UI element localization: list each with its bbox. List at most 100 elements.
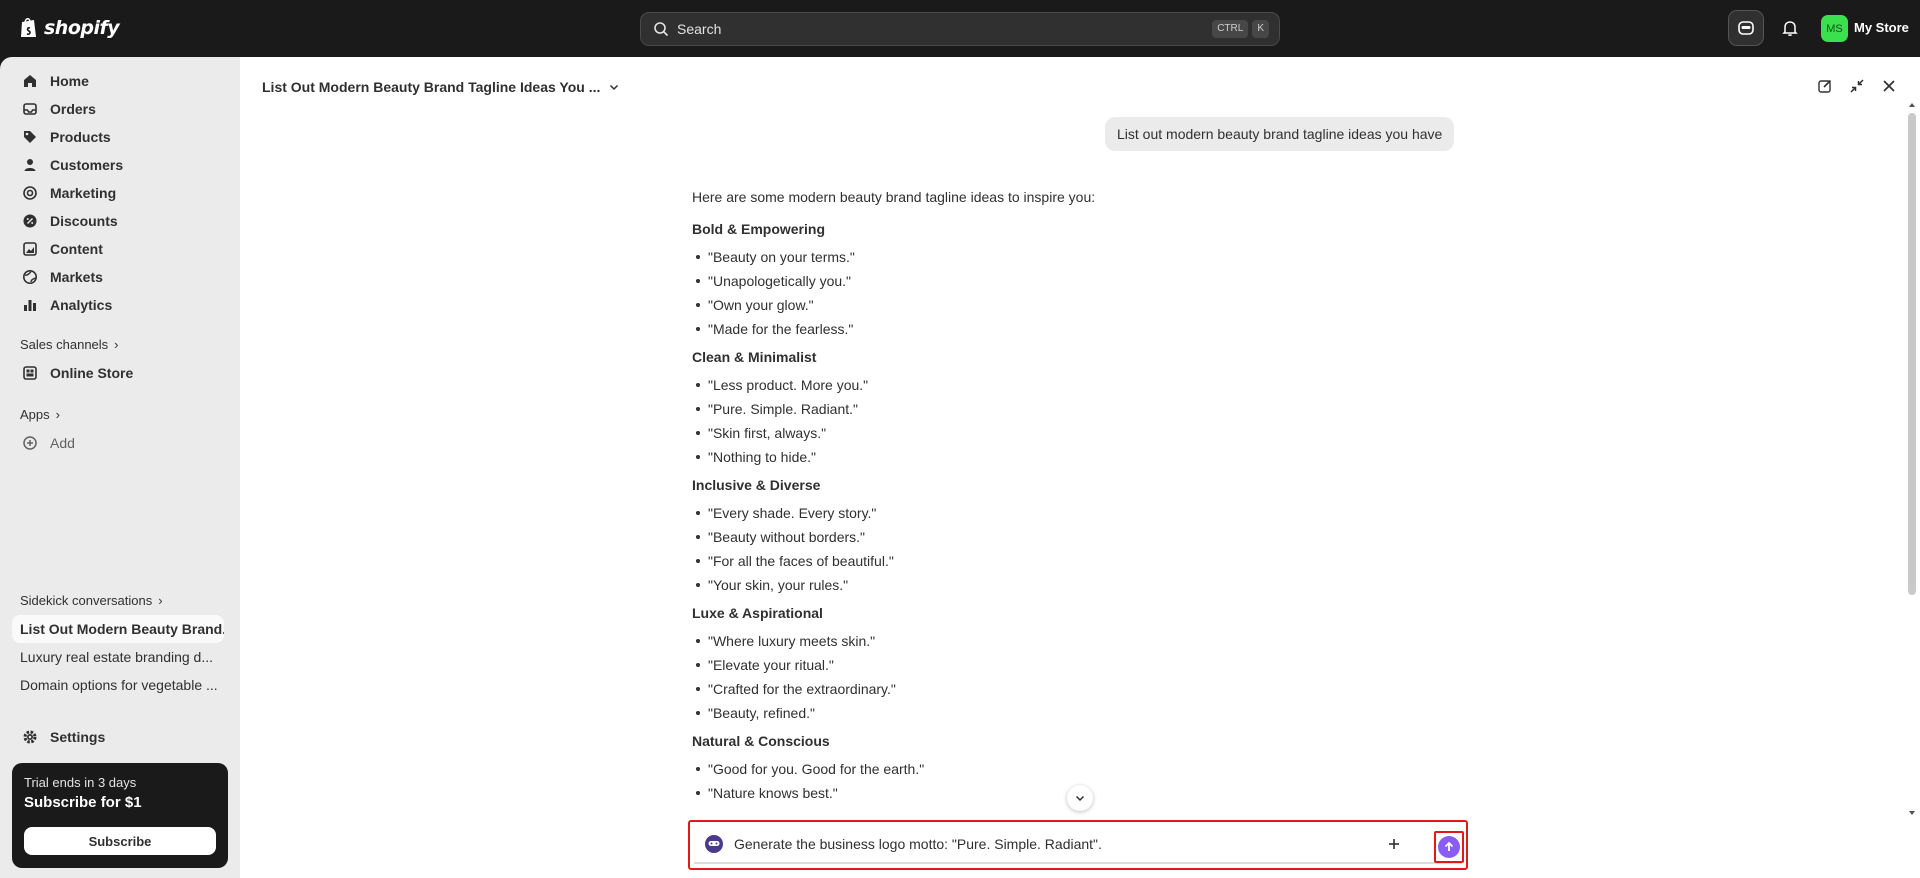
category-heading: Clean & Minimalist: [692, 349, 817, 365]
nav-label: Orders: [50, 101, 96, 117]
search-shortcut: CTRL K: [1212, 20, 1269, 38]
search-bar[interactable]: Search CTRL K: [640, 12, 1280, 46]
nav-label: Settings: [50, 729, 106, 745]
composer-input[interactable]: Generate the business logo motto: "Pure.…: [694, 826, 1464, 864]
chevron-right-icon: ›: [114, 337, 119, 352]
user-message: List out modern beauty brand tagline ide…: [1105, 117, 1455, 151]
sidekick-avatar-icon: [704, 834, 724, 854]
shortcut-k: K: [1252, 20, 1269, 38]
chevron-down-icon: [1075, 795, 1085, 802]
store-icon: [22, 365, 38, 381]
sidekick-conversations-header[interactable]: Sidekick conversations ›: [20, 593, 163, 608]
minimize-button[interactable]: [1848, 77, 1866, 95]
nav-products[interactable]: Products: [10, 123, 225, 151]
target-icon: [22, 185, 38, 201]
tagline-item: "Your skin, your rules.": [692, 573, 1392, 597]
tagline-item: "Crafted for the extraordinary.": [692, 677, 1392, 701]
inbox-icon: [22, 101, 38, 117]
logo-text: shopify: [44, 16, 120, 39]
notification-bell-icon[interactable]: [1780, 18, 1800, 38]
sidebar: Home Orders Products Customers Marketing…: [0, 57, 240, 878]
tagline-item: "Every shade. Every story.": [692, 501, 1392, 525]
store-name[interactable]: My Store: [1854, 20, 1909, 35]
chevron-right-icon: ›: [158, 593, 163, 608]
conversation-item[interactable]: List Out Modern Beauty Brand...: [12, 615, 224, 643]
conversation-item[interactable]: Domain options for vegetable ...: [12, 671, 224, 699]
category-heading: Luxe & Aspirational: [692, 605, 823, 621]
close-icon: [1883, 80, 1895, 92]
tagline-item: "Elevate your ritual.": [692, 653, 1392, 677]
scroll-to-bottom-button[interactable]: [1067, 785, 1093, 811]
nav-customers[interactable]: Customers: [10, 151, 225, 179]
sales-channels-label: Sales channels: [20, 337, 109, 352]
nav-analytics[interactable]: Analytics: [10, 291, 225, 319]
category-heading: Inclusive & Diverse: [692, 477, 821, 493]
tagline-list: "Every shade. Every story." "Beauty with…: [692, 501, 1392, 597]
shopify-logo[interactable]: shopify: [19, 16, 120, 39]
tagline-item: "Nothing to hide.": [692, 445, 1392, 469]
sales-channels-header[interactable]: Sales channels ›: [20, 337, 119, 352]
subscribe-button[interactable]: Subscribe: [24, 827, 216, 855]
nav-orders[interactable]: Orders: [10, 95, 225, 123]
new-chat-button[interactable]: [1816, 77, 1834, 95]
nav-label: Content: [50, 241, 103, 257]
conversation-title[interactable]: List Out Modern Beauty Brand Tagline Ide…: [262, 79, 620, 95]
sidekick-conversations-label: Sidekick conversations: [20, 593, 153, 608]
nav-content[interactable]: Content: [10, 235, 225, 263]
nav-markets[interactable]: Markets: [10, 263, 225, 291]
person-icon: [22, 157, 38, 173]
gear-icon: [22, 729, 38, 745]
conversation-item[interactable]: Luxury real estate branding d...: [12, 643, 224, 671]
tagline-item: "Pure. Simple. Radiant.": [692, 397, 1392, 421]
conversation-title-text: List Out Modern Beauty Brand Tagline Ide…: [262, 79, 601, 95]
nav-settings[interactable]: Settings: [10, 723, 225, 751]
scroll-up-arrow-icon[interactable]: [1908, 101, 1916, 109]
composer-text: Generate the business logo motto: "Pure.…: [734, 836, 1102, 852]
scrollbar-thumb[interactable]: [1908, 113, 1916, 595]
sidekick-button[interactable]: [1728, 10, 1764, 46]
chevron-down-icon: [610, 84, 619, 91]
send-button-highlight: [1434, 831, 1464, 863]
nav-marketing[interactable]: Marketing: [10, 179, 225, 207]
scroll-down-arrow-icon[interactable]: [1908, 809, 1916, 817]
nav-label: Online Store: [50, 365, 134, 381]
tagline-item: "Beauty without borders.": [692, 525, 1392, 549]
tagline-item: "Where luxury meets skin.": [692, 629, 1392, 653]
tagline-item: "Own your glow.": [692, 293, 1392, 317]
add-app-button[interactable]: Add: [10, 429, 225, 457]
nav-label: Home: [50, 73, 89, 89]
close-button[interactable]: [1880, 77, 1898, 95]
home-icon: [22, 73, 38, 89]
tagline-item: "For all the faces of beautiful.": [692, 549, 1392, 573]
shortcut-ctrl: CTRL: [1212, 20, 1249, 38]
top-bar: shopify Search CTRL K MS My Store: [0, 0, 1920, 57]
store-avatar[interactable]: MS: [1821, 15, 1848, 42]
nav-label: Markets: [50, 269, 103, 285]
nav-label: Add: [50, 435, 75, 451]
arrow-up-icon: [1444, 841, 1454, 851]
plus-circle-icon: [22, 435, 38, 451]
apps-header[interactable]: Apps ›: [20, 407, 60, 422]
shopify-bag-icon: [21, 18, 36, 37]
tagline-item: "Nature knows best.": [692, 781, 1392, 805]
nav-label: Analytics: [50, 297, 113, 313]
nav-discounts[interactable]: Discounts: [10, 207, 225, 235]
search-icon: [654, 22, 669, 37]
tagline-list: "Where luxury meets skin." "Elevate your…: [692, 629, 1392, 725]
apps-label: Apps: [20, 407, 50, 422]
plus-icon: [1389, 839, 1399, 849]
tagline-item: "Less product. More you.": [692, 373, 1392, 397]
send-button[interactable]: [1438, 836, 1460, 858]
tagline-item: "Beauty on your terms.": [692, 245, 1392, 269]
discount-icon: [22, 213, 38, 229]
nav-online-store[interactable]: Online Store: [10, 359, 225, 387]
search-placeholder: Search: [677, 21, 722, 37]
message-composer[interactable]: Generate the business logo motto: "Pure.…: [688, 820, 1468, 870]
attach-button[interactable]: [1384, 834, 1404, 854]
chevron-right-icon: ›: [55, 407, 60, 422]
scrollbar[interactable]: [1908, 101, 1916, 815]
sidekick-panel: List Out Modern Beauty Brand Tagline Ide…: [240, 57, 1920, 878]
response-intro: Here are some modern beauty brand taglin…: [692, 189, 1096, 205]
nav-home[interactable]: Home: [10, 67, 225, 95]
tagline-item: "Made for the fearless.": [692, 317, 1392, 341]
